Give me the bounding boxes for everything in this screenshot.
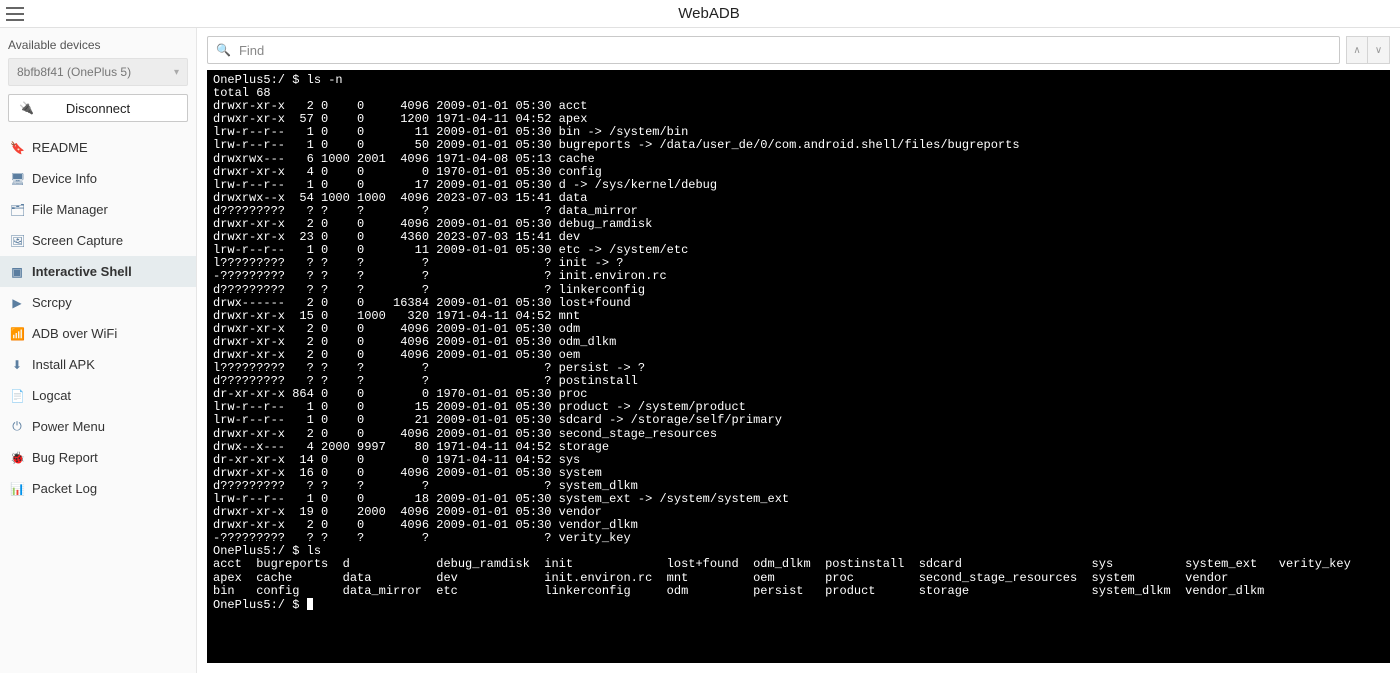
nav-item-label: Screen Capture <box>32 233 123 248</box>
nav-item-label: Install APK <box>32 357 95 372</box>
power-menu-icon: ⏻ <box>10 419 24 434</box>
app-title: WebADB <box>24 5 1394 22</box>
nav-item-scrcpy[interactable]: ▶ Scrcpy <box>0 287 196 318</box>
nav-item-bug-report[interactable]: 🐞 Bug Report <box>0 442 196 473</box>
screen-capture-icon: 🖼 <box>10 234 24 248</box>
readme-icon: 🔖 <box>10 141 24 155</box>
find-next-button[interactable]: ∨ <box>1368 36 1390 64</box>
nav-item-screen-capture[interactable]: 🖼 Screen Capture <box>0 225 196 256</box>
nav-item-label: ADB over WiFi <box>32 326 117 341</box>
top-bar: WebADB <box>0 0 1400 28</box>
find-placeholder: Find <box>239 43 264 58</box>
nav-item-label: Packet Log <box>32 481 97 496</box>
nav-item-install-apk[interactable]: ⬇ Install APK <box>0 349 196 380</box>
nav-item-label: File Manager <box>32 202 108 217</box>
device-select[interactable]: 8bfb8f41 (OnePlus 5) ▾ <box>8 58 188 86</box>
chevron-down-icon: ▾ <box>174 67 179 78</box>
find-prev-button[interactable]: ∧ <box>1346 36 1368 64</box>
terminal[interactable]: OnePlus5:/ $ ls -n total 68 drwxr-xr-x 2… <box>207 70 1390 663</box>
nav-item-power-menu[interactable]: ⏻ Power Menu <box>0 411 196 442</box>
main-panel: 🔍 Find ∧ ∨ OnePlus5:/ $ ls -n total 68 d… <box>197 28 1400 673</box>
nav-item-file-manager[interactable]: 🗂 File Manager <box>0 194 196 225</box>
nav-item-logcat[interactable]: 📄 Logcat <box>0 380 196 411</box>
disconnect-button[interactable]: 🔌 Disconnect <box>8 94 188 122</box>
file-manager-icon: 🗂 <box>10 203 24 217</box>
nav-item-label: Logcat <box>32 388 71 403</box>
disconnect-label: Disconnect <box>66 101 130 116</box>
install-apk-icon: ⬇ <box>10 358 24 372</box>
nav-item-label: README <box>32 140 88 155</box>
nav-list: 🔖 README 🖥 Device Info 🗂 File Manager 🖼 Screen … <box>0 132 196 504</box>
interactive-shell-icon: ▣ <box>10 265 24 279</box>
nav-item-label: Power Menu <box>32 419 105 434</box>
plug-icon: 🔌 <box>19 101 34 115</box>
sidebar: Available devices 8bfb8f41 (OnePlus 5) ▾… <box>0 28 197 673</box>
nav-item-readme[interactable]: 🔖 README <box>0 132 196 163</box>
available-devices-label: Available devices <box>0 34 196 58</box>
packet-log-icon: 📊 <box>10 482 24 496</box>
nav-item-label: Interactive Shell <box>32 264 132 279</box>
scrcpy-icon: ▶ <box>10 296 24 310</box>
logcat-icon: 📄 <box>10 389 24 403</box>
device-select-value: 8bfb8f41 (OnePlus 5) <box>17 65 131 79</box>
nav-item-label: Bug Report <box>32 450 98 465</box>
nav-item-interactive-shell[interactable]: ▣ Interactive Shell <box>0 256 196 287</box>
terminal-cursor <box>307 598 313 610</box>
nav-item-packet-log[interactable]: 📊 Packet Log <box>0 473 196 504</box>
find-bar[interactable]: 🔍 Find <box>207 36 1340 64</box>
nav-item-label: Device Info <box>32 171 97 186</box>
bug-report-icon: 🐞 <box>10 451 24 465</box>
adb-over-wifi-icon: 📶 <box>10 327 24 341</box>
nav-item-adb-over-wifi[interactable]: 📶 ADB over WiFi <box>0 318 196 349</box>
nav-item-label: Scrcpy <box>32 295 72 310</box>
nav-item-device-info[interactable]: 🖥 Device Info <box>0 163 196 194</box>
search-icon: 🔍 <box>216 43 231 57</box>
menu-icon[interactable] <box>6 7 24 21</box>
device-info-icon: 🖥 <box>10 172 24 186</box>
